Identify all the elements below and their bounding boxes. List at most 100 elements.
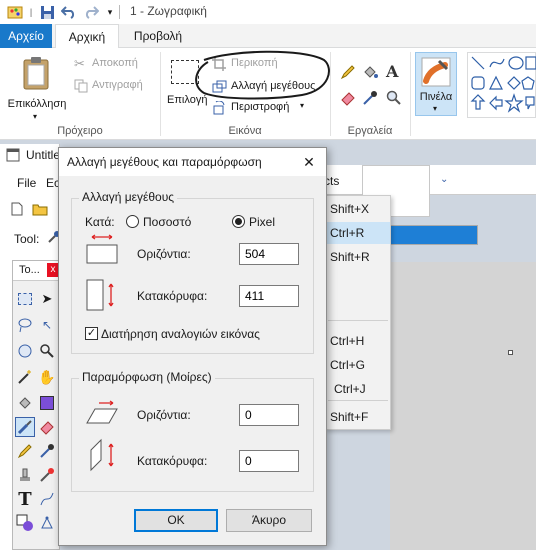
menu-item-ctrl-j[interactable]: Ctrl+J [326, 378, 390, 400]
color-picker-tool-icon[interactable] [37, 441, 57, 461]
tools-group-label: Εργαλεία [347, 125, 393, 137]
copy-label: Αντιγραφή [92, 79, 143, 91]
ribbon-tabs: Αρχείο Αρχική Προβολή [0, 24, 536, 49]
rotate-button[interactable]: Περιστροφή ▾ [212, 100, 312, 116]
tab-file[interactable]: Αρχείο [0, 24, 52, 48]
cut-button[interactable]: ✂ Αποκοπή [74, 56, 154, 72]
thumbnail-dropdown-icon[interactable]: ⌄ [440, 174, 448, 185]
close-icon[interactable]: ✕ [299, 152, 319, 172]
title-bar: | ▾ 1 - Ζωγραφική [0, 0, 536, 24]
tab-home[interactable]: Αρχική [55, 24, 119, 49]
magic-wand-icon[interactable] [15, 367, 35, 387]
rotate-dropdown-icon: ▾ [300, 101, 305, 110]
menu-separator [328, 400, 388, 401]
gradient-icon[interactable] [37, 393, 57, 413]
copy-button[interactable]: Αντιγραφή [74, 78, 154, 94]
brush-icon [421, 57, 451, 87]
resize-vertical-label: Κατακόρυφα: [137, 289, 208, 303]
magnifier-icon[interactable] [386, 90, 404, 108]
title-separator [119, 5, 120, 19]
resize-skew-dialog: Αλλαγή μεγέθους και παραμόρφωση ✕ Αλλαγή… [58, 147, 327, 546]
canvas-surface [390, 262, 536, 550]
pencil-tool-icon[interactable] [15, 441, 35, 461]
group-separator [160, 52, 161, 136]
dialog-title: Αλλαγή μεγέθους και παραμόρφωση [67, 155, 262, 169]
skew-horizontal-input[interactable] [239, 404, 299, 426]
fill-bucket-icon[interactable] [15, 393, 35, 413]
toolbox-title: To... [19, 264, 40, 276]
customize-toolbar-icon[interactable]: ▾ [104, 3, 116, 21]
pixel-label: Pixel [249, 215, 276, 229]
save-icon[interactable] [38, 3, 56, 21]
menu-item-shift-f[interactable]: Shift+F [326, 406, 390, 428]
tab-view[interactable]: Προβολή [124, 24, 192, 48]
menu-item-ctrl-h[interactable]: Ctrl+H [326, 330, 390, 352]
copy-icon [74, 79, 88, 93]
resize-horizontal-input[interactable] [239, 243, 299, 265]
menu-separator [328, 320, 388, 321]
percent-label: Ποσοστό [143, 215, 192, 229]
zoom-icon[interactable] [37, 341, 57, 361]
skew-vertical-input[interactable] [239, 450, 299, 472]
eraser-tool-icon[interactable] [37, 417, 57, 437]
undo-icon[interactable] [60, 3, 78, 21]
resize-vertical-input[interactable] [239, 285, 299, 307]
progress-bar [390, 225, 478, 245]
annotation-ellipse [195, 50, 330, 100]
pipe-separator-icon: | [29, 7, 33, 17]
brushes-button[interactable]: Πινέλα ▾ [415, 52, 457, 116]
horizontal-resize-icon [86, 234, 118, 264]
paste-button[interactable]: Επικόλληση ▾ [6, 54, 66, 124]
recolor-icon[interactable] [37, 465, 57, 485]
clone-stamp-icon[interactable] [15, 465, 35, 485]
ellipse-select-icon[interactable] [15, 341, 35, 361]
shapes-gallery[interactable] [467, 52, 536, 118]
fill-icon[interactable] [362, 64, 380, 82]
hand-icon[interactable]: ✋ [37, 367, 57, 387]
dialog-titlebar: Αλλαγή μεγέθους και παραμόρφωση ✕ [59, 148, 326, 176]
pixel-radio[interactable] [232, 215, 245, 228]
vertical-resize-icon [86, 279, 114, 311]
resize-group-label: Αλλαγή μεγέθους [79, 190, 178, 204]
menu-file[interactable]: File [17, 176, 36, 190]
scissors-icon: ✂ [74, 56, 85, 71]
menu-item-ctrl-r[interactable]: Ctrl+R [326, 222, 390, 244]
color-picker-icon[interactable] [362, 90, 380, 108]
paste-dropdown-icon: ▾ [33, 112, 38, 121]
menu-item-shift-r[interactable]: Shift+R [326, 246, 390, 268]
move-icon[interactable]: ➤ [37, 289, 57, 309]
window-title: 1 - Ζωγραφική [130, 4, 207, 18]
paintbrush-icon[interactable] [15, 417, 35, 437]
rotate-label: Περιστροφή [231, 101, 290, 113]
text-tool-icon[interactable]: A [386, 62, 398, 81]
window-icon [6, 148, 20, 162]
rotate-icon [213, 101, 225, 115]
shape-edit-icon[interactable] [37, 513, 57, 533]
toolbox-titlebar: To... x [13, 261, 59, 281]
select-arrow-icon[interactable]: ↖ [37, 315, 57, 335]
shapes-icon[interactable] [15, 513, 35, 533]
keep-aspect-checkbox[interactable]: ✓ [85, 327, 98, 340]
background-window-title: Untitle [26, 148, 61, 162]
open-folder-icon[interactable] [32, 202, 48, 216]
cut-label: Αποκοπή [92, 57, 138, 69]
menu-item-ctrl-g[interactable]: Ctrl+G [326, 354, 390, 376]
redo-icon[interactable] [82, 3, 100, 21]
horizontal-skew-icon [86, 400, 118, 424]
pencil-icon[interactable] [340, 64, 358, 82]
toolbox-window: To... x ➤ ↖ ✋ T [12, 260, 60, 550]
brushes-label: Πινέλα [419, 91, 453, 103]
cancel-button[interactable]: Άκυρο [226, 509, 312, 532]
ribbon: Επικόλληση ▾ ✂ Αποκοπή Αντιγραφή Πρόχειρ… [0, 48, 536, 140]
lasso-icon[interactable] [15, 315, 35, 335]
menu-item-shift-x[interactable]: Shift+X [326, 198, 390, 220]
resize-handle[interactable] [508, 350, 513, 355]
text-icon[interactable]: T [15, 489, 35, 510]
eraser-icon[interactable] [340, 90, 358, 108]
percent-radio[interactable] [126, 215, 139, 228]
line-icon[interactable] [37, 489, 57, 509]
group-separator [330, 52, 331, 136]
rect-select-icon[interactable] [15, 289, 35, 309]
new-file-icon[interactable] [10, 202, 24, 216]
ok-button[interactable]: OK [134, 509, 218, 532]
